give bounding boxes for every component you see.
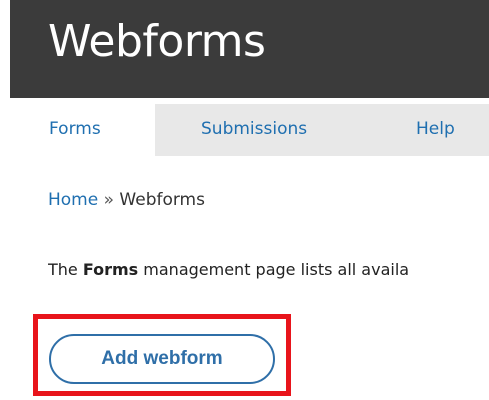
tab-submissions[interactable]: Submissions <box>201 104 307 156</box>
tab-help-label: Help <box>416 119 455 139</box>
description-prefix: The <box>48 260 83 279</box>
tab-bar: Forms Submissions Help <box>10 104 489 156</box>
left-margin <box>0 0 10 400</box>
breadcrumb-home-link[interactable]: Home <box>48 190 98 210</box>
page-header: Webforms <box>10 0 489 98</box>
description-suffix: management page lists all availa <box>138 260 410 279</box>
description-bold-term: Forms <box>82 260 139 279</box>
page: Webforms Forms Submissions Help Home » W… <box>0 0 489 400</box>
breadcrumb-separator: » <box>103 190 120 210</box>
tab-submissions-label: Submissions <box>201 119 308 139</box>
add-webform-button[interactable]: Add webform <box>49 334 275 384</box>
page-description: The Forms management page lists all avai… <box>48 258 489 282</box>
tab-forms[interactable]: Forms <box>10 104 155 156</box>
breadcrumb-current: Webforms <box>119 190 205 210</box>
tab-forms-label: Forms <box>49 119 101 139</box>
page-title: Webforms <box>48 16 266 67</box>
tab-help[interactable]: Help <box>416 104 455 156</box>
breadcrumb: Home » Webforms <box>48 188 205 212</box>
